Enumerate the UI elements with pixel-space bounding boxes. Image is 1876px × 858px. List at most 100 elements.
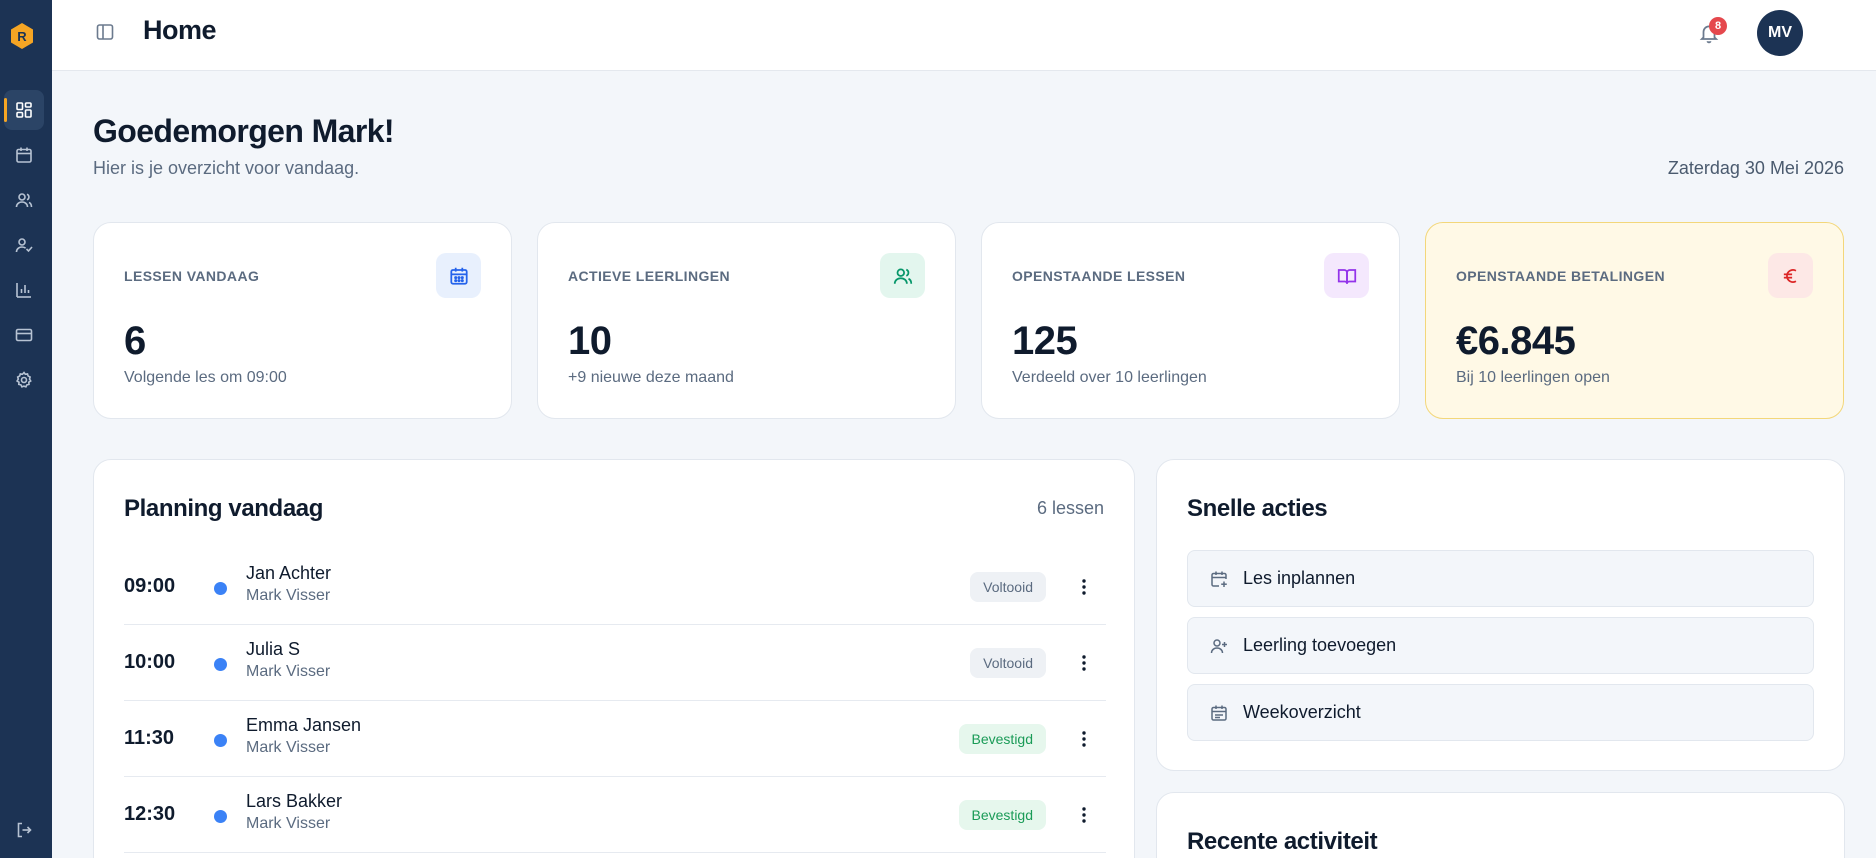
lesson-time: 11:30 <box>124 727 175 749</box>
stat-value: 125 <box>1012 319 1078 363</box>
greeting-subtitle: Hier is je overzicht voor vandaag. <box>93 158 360 178</box>
sidebar-item-dashboard[interactable] <box>4 90 44 130</box>
planning-card: Planning vandaag 6 lessen 09:00 Jan Acht… <box>93 459 1135 858</box>
stat-card-open-payments[interactable]: OPENSTAANDE BETALINGEN €6.845 Bij 10 lee… <box>1425 222 1844 419</box>
stat-label: OPENSTAANDE BETALINGEN <box>1456 268 1665 284</box>
status-badge: Voltooid <box>970 572 1046 602</box>
sidebar: R <box>0 0 52 858</box>
add-student-button[interactable]: Leerling toevoegen <box>1187 617 1814 674</box>
lesson-menu-button[interactable] <box>1074 727 1094 751</box>
calendar-week-icon <box>1211 705 1227 721</box>
stat-value: €6.845 <box>1456 319 1576 363</box>
sidebar-item-payments[interactable] <box>4 315 44 355</box>
user-plus-icon <box>1210 639 1227 654</box>
user-check-icon <box>15 238 33 253</box>
stat-note: +9 nieuwe deze maand <box>568 369 734 386</box>
stat-label: ACTIEVE LEERLINGEN <box>568 268 730 284</box>
users-icon <box>893 268 912 284</box>
more-vertical-icon <box>1082 731 1086 747</box>
stat-card-active-students[interactable]: ACTIEVE LEERLINGEN 10 +9 nieuwe deze maa… <box>537 222 956 419</box>
status-badge: Bevestigd <box>958 724 1046 754</box>
lesson-status-dot <box>214 582 227 595</box>
lesson-student: Julia S <box>246 639 301 659</box>
logout-icon <box>17 822 32 838</box>
sidebar-item-students[interactable] <box>4 225 44 265</box>
credit-card-icon <box>15 328 33 342</box>
stat-icon-wrapper <box>1768 253 1813 298</box>
settings-icon <box>15 371 32 388</box>
top-header: Home <box>52 0 1876 71</box>
schedule-lesson-button[interactable]: Les inplannen <box>1187 550 1814 607</box>
users-icon <box>15 193 33 208</box>
lesson-time: 10:00 <box>124 651 176 673</box>
lesson-menu-button[interactable] <box>1074 651 1094 675</box>
lesson-teacher: Mark Visser <box>246 663 331 680</box>
action-icon-wrapper <box>1208 568 1230 590</box>
action-label: Leerling toevoegen <box>1243 635 1397 655</box>
lesson-status-dot <box>214 658 227 671</box>
notification-count-badge: 8 <box>1709 17 1727 35</box>
stat-note: Bij 10 leerlingen open <box>1456 369 1610 386</box>
app-logo[interactable]: R <box>10 22 34 50</box>
lesson-time: 12:30 <box>124 803 176 825</box>
lesson-student: Emma Jansen <box>246 715 362 735</box>
stat-icon-wrapper <box>1324 253 1369 298</box>
sidebar-item-users[interactable] <box>4 180 44 220</box>
planning-count: 6 lessen <box>1036 498 1104 518</box>
recent-activity-title: Recente activiteit <box>1187 828 1378 855</box>
logo-hexagon-icon: R <box>11 23 33 49</box>
stat-note: Verdeeld over 10 leerlingen <box>1012 369 1207 386</box>
stat-value: 10 <box>568 319 612 363</box>
lesson-status-dot <box>214 810 227 823</box>
book-icon <box>1337 268 1356 284</box>
recent-activity-card: Recente activiteit <box>1156 792 1845 858</box>
sidebar-toggle-button[interactable] <box>94 21 116 43</box>
calendar-icon <box>16 147 32 163</box>
page-title: Home <box>143 15 217 45</box>
lesson-row[interactable]: 09:00 Jan Achter Mark Visser Voltooid <box>124 549 1106 625</box>
stat-icon-wrapper <box>880 253 925 298</box>
action-label: Weekoverzicht <box>1243 702 1361 722</box>
status-badge: Voltooid <box>970 648 1046 678</box>
lesson-teacher: Mark Visser <box>246 587 331 604</box>
greeting-title: Goedemorgen Mark! <box>93 113 395 149</box>
stat-value: 6 <box>124 319 146 363</box>
lesson-menu-button[interactable] <box>1074 803 1094 827</box>
svg-text:R: R <box>17 29 27 44</box>
user-avatar[interactable]: MV <box>1757 10 1803 56</box>
lesson-student: Jan Achter <box>246 563 332 583</box>
current-date: Zaterdag 30 Mei 2026 <box>1667 158 1844 178</box>
stat-card-lessons-today[interactable]: LESSEN VANDAAG 6 Volgende les om 09:00 <box>93 222 512 419</box>
sidebar-item-reports[interactable] <box>4 270 44 310</box>
lesson-student: Lars Bakker <box>246 791 343 811</box>
lesson-row[interactable]: 10:00 Julia S Mark Visser Voltooid <box>124 625 1106 701</box>
bar-chart-icon <box>16 283 31 298</box>
sidebar-toggle-icon <box>96 24 114 40</box>
lesson-time: 09:00 <box>124 575 176 597</box>
stat-icon-wrapper <box>436 253 481 298</box>
quick-actions-title: Snelle acties <box>1187 495 1328 522</box>
planning-title: Planning vandaag <box>124 495 323 522</box>
calendar-plus-icon <box>1211 571 1227 587</box>
more-vertical-icon <box>1082 807 1086 823</box>
lesson-menu-button[interactable] <box>1074 575 1094 599</box>
stat-label: LESSEN VANDAAG <box>124 268 260 284</box>
lesson-status-dot <box>214 734 227 747</box>
lesson-row[interactable]: 11:30 Emma Jansen Mark Visser Bevestigd <box>124 701 1106 777</box>
stat-label: OPENSTAANDE LESSEN <box>1012 268 1186 284</box>
euro-icon <box>1783 268 1796 283</box>
quick-actions-card: Snelle acties Les inplannen Leerling toe… <box>1156 459 1845 771</box>
more-vertical-icon <box>1082 579 1086 595</box>
sidebar-item-calendar[interactable] <box>4 135 44 175</box>
logout-button[interactable] <box>4 810 44 850</box>
week-overview-button[interactable]: Weekoverzicht <box>1187 684 1814 741</box>
status-badge: Bevestigd <box>958 800 1046 830</box>
lesson-row[interactable]: 12:30 Lars Bakker Mark Visser Bevestigd <box>124 777 1106 853</box>
sidebar-item-settings[interactable] <box>4 360 44 400</box>
action-label: Les inplannen <box>1243 568 1356 588</box>
lesson-teacher: Mark Visser <box>246 739 331 756</box>
more-vertical-icon <box>1082 655 1086 671</box>
stat-card-open-lessons[interactable]: OPENSTAANDE LESSEN 125 Verdeeld over 10 … <box>981 222 1400 419</box>
stat-note: Volgende les om 09:00 <box>124 369 287 386</box>
action-icon-wrapper <box>1208 702 1230 724</box>
